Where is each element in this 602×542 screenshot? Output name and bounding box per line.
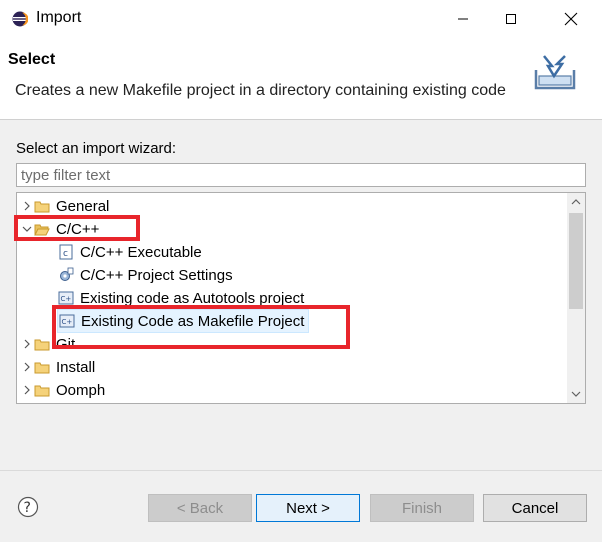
- scroll-thumb[interactable]: [569, 213, 583, 309]
- help-icon[interactable]: ?: [17, 496, 39, 518]
- back-button[interactable]: < Back: [148, 494, 252, 522]
- folder-icon: [33, 333, 51, 355]
- scroll-up-button[interactable]: [567, 193, 585, 211]
- tree-item-cpp-executable[interactable]: c C/C++ Executable: [57, 241, 202, 263]
- minimize-icon: [458, 18, 468, 20]
- svg-text:C+: C+: [61, 295, 72, 303]
- window-title: Import: [36, 9, 82, 26]
- tree-item-autotools[interactable]: C+ Existing code as Autotools project: [57, 287, 304, 309]
- wizard-header: Select Creates a new Makefile project in…: [0, 38, 602, 120]
- maximize-button[interactable]: [488, 0, 534, 38]
- tree-item-oomph[interactable]: Oomph: [21, 379, 105, 401]
- wizard-label: Select an import wizard:: [16, 140, 177, 157]
- tree-item-label: Existing Code as Makefile Project: [81, 312, 305, 330]
- close-icon: [564, 12, 578, 26]
- tree-item-makefile-project[interactable]: C+ Existing Code as Makefile Project: [57, 309, 310, 333]
- chevron-right-icon[interactable]: [21, 333, 33, 355]
- tree-item-install[interactable]: Install: [21, 356, 95, 378]
- close-button[interactable]: [548, 0, 594, 38]
- filter-input[interactable]: [17, 164, 585, 186]
- chevron-right-icon[interactable]: [21, 379, 33, 401]
- tree-item-label: Install: [56, 358, 96, 376]
- tree-item-label: Oomph: [56, 381, 106, 399]
- tree-item-label: Git: [56, 335, 76, 353]
- tree-item-label: Existing code as Autotools project: [80, 289, 305, 307]
- svg-text:?: ?: [24, 500, 31, 516]
- tree-item-label: C/C++ Executable: [80, 243, 202, 261]
- title-bar: Import: [0, 0, 602, 38]
- chevron-up-icon: [571, 199, 581, 205]
- tree-item-general[interactable]: General: [21, 195, 109, 217]
- cpp-project-icon: C+: [58, 310, 76, 332]
- tree-item-label: C/C++ Project Settings: [80, 266, 233, 284]
- scroll-down-button[interactable]: [567, 385, 585, 403]
- folder-icon: [33, 379, 51, 401]
- folder-icon: [33, 195, 51, 217]
- chevron-right-icon[interactable]: [21, 356, 33, 378]
- chevron-down-icon: [571, 391, 581, 397]
- tree-item-cpp[interactable]: C/C++: [21, 218, 99, 240]
- c-file-icon: c: [57, 241, 75, 263]
- tree-item-git[interactable]: Git: [21, 333, 75, 355]
- next-button[interactable]: Next >: [256, 494, 360, 522]
- finish-button[interactable]: Finish: [370, 494, 474, 522]
- page-description: Creates a new Makefile project in a dire…: [15, 82, 506, 99]
- footer-divider: [0, 470, 602, 471]
- chevron-down-icon[interactable]: [21, 218, 33, 240]
- chevron-right-icon[interactable]: [21, 195, 33, 217]
- tree-item-label: General: [56, 197, 110, 215]
- wizard-tree[interactable]: General C/C++ c C/C++ Executable C/C++ P…: [16, 192, 586, 404]
- maximize-icon: [506, 14, 516, 24]
- folder-icon: [33, 356, 51, 378]
- svg-text:c: c: [63, 249, 68, 259]
- cpp-project-icon: C+: [57, 287, 75, 309]
- svg-text:C+: C+: [62, 318, 73, 326]
- page-title: Select: [8, 51, 56, 68]
- folder-open-icon: [33, 218, 51, 240]
- tree-item-label: C/C++: [56, 220, 100, 238]
- import-wizard-icon: [534, 55, 576, 90]
- tree-item-project-settings[interactable]: C/C++ Project Settings: [57, 264, 233, 286]
- settings-gear-icon: [57, 264, 75, 286]
- eclipse-app-icon: [12, 11, 28, 27]
- tree-scrollbar[interactable]: [567, 193, 585, 403]
- cancel-button[interactable]: Cancel: [483, 494, 587, 522]
- minimize-button[interactable]: [440, 0, 486, 38]
- filter-field[interactable]: [16, 163, 586, 187]
